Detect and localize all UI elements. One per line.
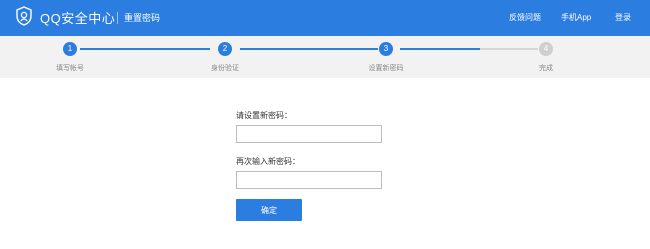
step-connector-1: [80, 48, 210, 50]
login-link[interactable]: 登录: [615, 12, 631, 23]
mobile-app-link[interactable]: 手机App: [561, 12, 591, 23]
step-connector-3-remaining: [480, 48, 538, 50]
shield-logo-icon: [16, 6, 32, 26]
step-3-indicator: 3: [379, 42, 393, 56]
step-connector-3-progress: [400, 48, 480, 50]
confirm-password-label: 再次输入新密码：: [236, 157, 300, 166]
step-1-label: 填写帐号: [56, 65, 84, 72]
progress-steps: 1 2 3 4 填写帐号 身份验证 设置新密码 完成: [0, 36, 650, 78]
feedback-link[interactable]: 反馈问题: [509, 12, 541, 23]
new-password-input[interactable]: [236, 125, 382, 143]
step-connector-2: [240, 48, 378, 50]
step-1-indicator: 1: [63, 42, 77, 56]
step-2-indicator: 2: [218, 42, 232, 56]
new-password-label: 请设置新密码：: [236, 111, 292, 120]
brand-title[interactable]: QQ安全中心: [40, 8, 115, 27]
step-4-indicator: 4: [539, 42, 553, 56]
top-header: QQ安全中心 重置密码 反馈问题 手机App 登录: [0, 0, 650, 36]
header-divider: [117, 12, 118, 24]
step-4-label: 完成: [539, 65, 553, 72]
step-3-label: 设置新密码: [368, 65, 404, 72]
confirm-password-input[interactable]: [236, 171, 382, 189]
confirm-button[interactable]: 确定: [236, 199, 302, 221]
page-subtitle: 重置密码: [124, 13, 161, 23]
step-2-label: 身份验证: [211, 65, 239, 72]
